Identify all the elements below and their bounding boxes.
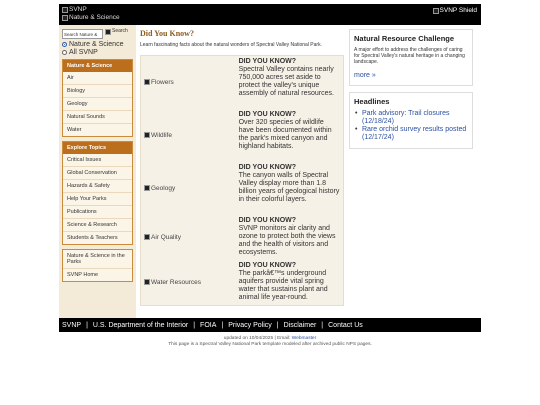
more-link[interactable]: more »	[354, 72, 468, 79]
nav-item-publications[interactable]: Publications	[63, 206, 132, 219]
headlines-title: Headlines	[354, 96, 390, 106]
section-nav-heading[interactable]: Nature & Science	[63, 60, 132, 72]
site-footer: SVNP | U.S. Department of the Interior | F…	[59, 318, 481, 332]
radio-selected-icon	[62, 42, 67, 47]
nav-item-geology[interactable]: Geology	[63, 98, 132, 111]
main-content: Did You Know? Learn fascinating facts ab…	[136, 25, 344, 318]
content-row: Search Nature & Science All SVNP Nature …	[59, 25, 481, 318]
fact-image: Wildlife	[144, 111, 239, 160]
nav-item-critical-issues[interactable]: Critical Issues	[63, 154, 132, 167]
broken-image-icon	[432, 7, 439, 14]
footer-fine-print: updated on 10/04/2025 | Email: Webmaster…	[59, 336, 481, 348]
section-logo-alt-text: Nature & Science	[69, 14, 120, 21]
broken-image-icon	[144, 79, 150, 85]
footer-link-privacy[interactable]: Privacy Policy	[228, 322, 272, 329]
footer-link-contact[interactable]: Contact Us	[328, 322, 363, 329]
nav-item-science-research[interactable]: Science & Research	[63, 219, 132, 232]
footer-link-disclaimer[interactable]: Disclaimer	[284, 322, 317, 329]
fact-image: Water Resources	[144, 262, 239, 303]
fact-image: Geology	[144, 164, 239, 213]
intro-text: Learn fascinating facts about the natura…	[140, 42, 322, 48]
search-input[interactable]	[62, 29, 103, 39]
updated-date: updated on 10/04/2025	[223, 336, 274, 341]
headlines-card: Headlines Park advisory: Trail closures …	[349, 91, 473, 149]
broken-image-icon	[144, 279, 150, 285]
search-button[interactable]: Search	[105, 29, 128, 35]
shield-logo[interactable]: SVNP Shield	[432, 7, 477, 14]
nav-item-global-conservation[interactable]: Global Conservation	[63, 167, 132, 180]
bottom-nav: Nature & Science in the Parks SVNP Home	[62, 249, 133, 282]
webmaster-link[interactable]: Webmaster	[292, 336, 316, 341]
headline-link[interactable]: Park advisory: Trail closures (12/18/24)	[355, 110, 468, 126]
section-nav: Nature & Science Air Biology Geology Nat…	[62, 59, 133, 137]
nav-item-help-your-parks[interactable]: Help Your Parks	[63, 193, 132, 206]
nav-item-students-teachers[interactable]: Students & Teachers	[63, 232, 132, 244]
headlines-list: Park advisory: Trail closures (12/18/24)…	[354, 110, 468, 142]
broken-image-icon	[144, 234, 150, 240]
challenge-card: Natural Resource Challenge A major effor…	[349, 29, 473, 86]
challenge-text: A major effort to address the challenges…	[354, 47, 465, 66]
fact-image: Air Quality	[144, 217, 239, 258]
page-wrapper: SVNP Nature & Science SVNP Shield Search…	[59, 4, 481, 348]
explore-nav: Explore Topics Critical Issues Global Co…	[62, 141, 133, 245]
broken-image-icon	[62, 7, 68, 13]
fact-text: DID YOU KNOW? Spectral Valley contains ne…	[238, 57, 334, 97]
fact-item: Flowers DID YOU KNOW? Spectral Valley con…	[141, 56, 343, 109]
nav-item-air[interactable]: Air	[63, 72, 132, 85]
broken-image-icon	[144, 132, 150, 138]
footer-link-doi[interactable]: U.S. Department of the Interior	[93, 322, 188, 329]
template-note: This page is a Spectral Valley National …	[168, 342, 372, 347]
page-title: Did You Know?	[140, 29, 194, 38]
fact-item: Water Resources DID YOU KNOW? The parkâ€™…	[141, 260, 343, 305]
fact-item: Air Quality DID YOU KNOW? SVNP monitors a…	[141, 215, 343, 260]
left-sidebar: Search Nature & Science All SVNP Nature …	[59, 25, 136, 318]
right-column: Natural Resource Challenge A major effor…	[344, 25, 477, 318]
nav-item-natural-sounds[interactable]: Natural Sounds	[63, 111, 132, 124]
nav-item-nature-in-parks[interactable]: Nature & Science in the Parks	[63, 250, 132, 269]
explore-nav-heading: Explore Topics	[63, 142, 132, 154]
broken-image-icon	[144, 185, 150, 191]
facts-list: Flowers DID YOU KNOW? Spectral Valley con…	[140, 54, 344, 306]
challenge-title: Natural Resource Challenge	[354, 34, 455, 43]
footer-link-foia[interactable]: FOIA	[200, 322, 216, 329]
fact-text: DID YOU KNOW? The canyon walls of Spectra…	[238, 163, 340, 203]
footer-link-svnp[interactable]: SVNP	[62, 322, 81, 329]
site-header: SVNP Nature & Science SVNP Shield	[59, 4, 481, 25]
radio-unselected-icon	[62, 50, 67, 55]
radio-all-svnp[interactable]: All SVNP	[62, 49, 133, 56]
nav-item-water[interactable]: Water	[63, 124, 132, 136]
fact-text: DID YOU KNOW? The parkâ€™s underground aq…	[238, 261, 328, 301]
nav-item-hazards-safety[interactable]: Hazards & Safety	[63, 180, 132, 193]
fact-item: Geology DID YOU KNOW? The canyon walls of…	[141, 162, 343, 215]
radio-nature-science[interactable]: Nature & Science	[62, 41, 133, 48]
fact-item: Wildlife DID YOU KNOW? Over 320 species o…	[141, 109, 343, 162]
fact-text: DID YOU KNOW? Over 320 species of wildlif…	[238, 110, 332, 150]
fact-text: DID YOU KNOW? SVNP monitors air clarity a…	[238, 216, 336, 256]
nav-item-svnp-home[interactable]: SVNP Home	[63, 269, 132, 281]
fact-image: Flowers	[144, 58, 239, 107]
search-icon	[105, 29, 111, 35]
header-logo[interactable]: SVNP Nature & Science	[62, 6, 120, 22]
logo-alt-text: SVNP	[69, 6, 87, 13]
search-form: Search	[62, 29, 133, 39]
headline-link[interactable]: Rare orchid survey results posted (12/17…	[355, 126, 468, 142]
nav-item-biology[interactable]: Biology	[63, 85, 132, 98]
broken-image-icon	[62, 15, 68, 21]
